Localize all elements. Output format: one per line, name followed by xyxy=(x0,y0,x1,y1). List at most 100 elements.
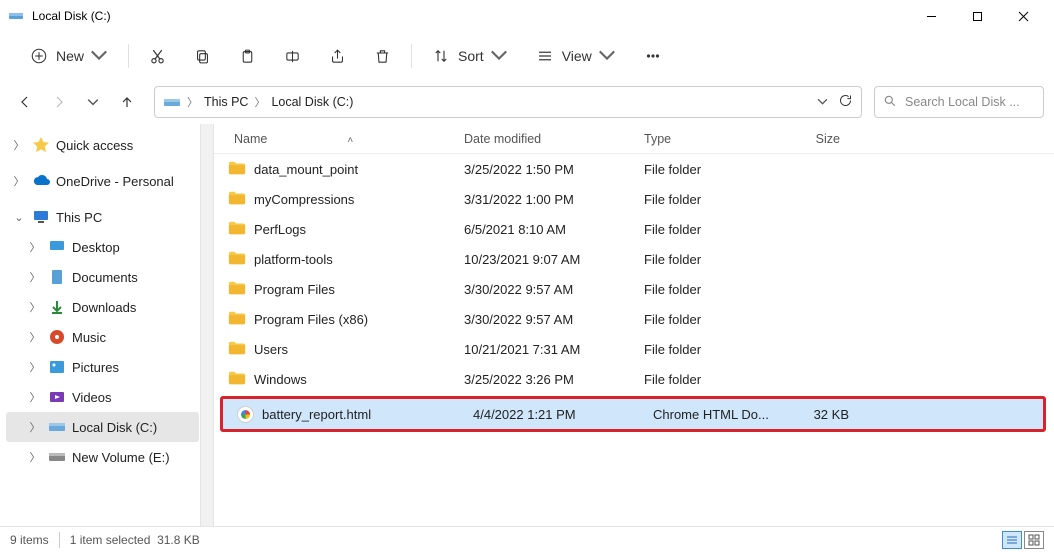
file-row[interactable]: platform-tools10/23/2021 9:07 AMFile fol… xyxy=(214,244,1054,274)
column-size[interactable]: Size xyxy=(774,132,854,146)
sort-button[interactable]: Sort xyxy=(418,38,522,74)
file-date-modified: 4/4/2022 1:21 PM xyxy=(473,407,653,422)
file-row[interactable]: myCompressions3/31/2022 1:00 PMFile fold… xyxy=(214,184,1054,214)
cut-button[interactable] xyxy=(135,38,180,74)
file-row[interactable]: Program Files (x86)3/30/2022 9:57 AMFile… xyxy=(214,304,1054,334)
file-row[interactable]: data_mount_point3/25/2022 1:50 PMFile fo… xyxy=(214,154,1054,184)
main-area: 〉 Quick access 〉 OneDrive - Personal ⌄ T… xyxy=(0,124,1054,526)
drive-icon xyxy=(8,8,24,24)
back-button[interactable] xyxy=(10,87,40,117)
file-date-modified: 6/5/2021 8:10 AM xyxy=(464,222,644,237)
chevron-down-icon[interactable] xyxy=(817,95,828,110)
document-icon xyxy=(48,268,66,286)
sidebar-item-videos[interactable]: 〉Videos xyxy=(6,382,199,412)
sidebar-item-local-disk-c[interactable]: 〉Local Disk (C:) xyxy=(6,412,199,442)
status-bar: 9 items 1 item selected 31.8 KB xyxy=(0,526,1054,552)
folder-icon xyxy=(228,190,246,209)
new-label: New xyxy=(56,48,84,64)
sidebar-item-quick-access[interactable]: 〉 Quick access xyxy=(6,130,199,160)
minimize-button[interactable] xyxy=(908,0,954,32)
file-date-modified: 3/30/2022 9:57 AM xyxy=(464,282,644,297)
more-button[interactable] xyxy=(630,38,676,74)
folder-icon xyxy=(228,340,246,359)
view-button[interactable]: View xyxy=(522,38,630,74)
file-type: Chrome HTML Do... xyxy=(653,407,783,422)
forward-button[interactable] xyxy=(44,87,74,117)
file-row[interactable]: Program Files3/30/2022 9:57 AMFile folde… xyxy=(214,274,1054,304)
image-icon xyxy=(48,358,66,376)
sort-asc-icon: ˄ xyxy=(347,135,353,146)
search-input[interactable]: Search Local Disk ... xyxy=(874,86,1044,118)
delete-button[interactable] xyxy=(360,38,405,74)
new-button[interactable]: New xyxy=(16,38,122,74)
file-row[interactable]: battery_report.html4/4/2022 1:21 PMChrom… xyxy=(223,399,1043,429)
file-list: Name˄ Date modified Type Size data_mount… xyxy=(214,124,1054,526)
file-date-modified: 3/25/2022 3:26 PM xyxy=(464,372,644,387)
search-icon xyxy=(883,94,897,111)
sidebar-item-downloads[interactable]: 〉Downloads xyxy=(6,292,199,322)
sidebar-item-music[interactable]: 〉Music xyxy=(6,322,199,352)
maximize-button[interactable] xyxy=(954,0,1000,32)
up-button[interactable] xyxy=(112,87,142,117)
monitor-icon xyxy=(32,208,50,226)
sidebar-item-onedrive[interactable]: 〉 OneDrive - Personal xyxy=(6,166,199,196)
window-title: Local Disk (C:) xyxy=(32,9,111,23)
column-date-modified[interactable]: Date modified xyxy=(464,132,644,146)
file-row[interactable]: Windows 3/25/2022 3:26 PMFile folder xyxy=(214,364,1054,394)
share-button[interactable] xyxy=(315,38,360,74)
recent-locations-button[interactable] xyxy=(78,87,108,117)
column-name[interactable]: Name˄ xyxy=(214,132,464,146)
rename-button[interactable] xyxy=(270,38,315,74)
chevron-down-icon[interactable]: ⌄ xyxy=(12,211,26,224)
paste-button[interactable] xyxy=(225,38,270,74)
sidebar-item-this-pc[interactable]: ⌄ This PC xyxy=(6,202,199,232)
sort-label: Sort xyxy=(458,48,484,64)
chevron-right-icon: 〉 xyxy=(254,94,265,110)
file-name: Users xyxy=(254,342,288,357)
column-type[interactable]: Type xyxy=(644,132,774,146)
sidebar-scrollbar[interactable] xyxy=(200,124,214,526)
breadcrumb-local-disk[interactable]: Local Disk (C:) xyxy=(271,95,353,109)
title-bar: Local Disk (C:) xyxy=(0,0,1054,32)
file-size: 32 KB xyxy=(783,407,863,422)
sidebar-item-pictures[interactable]: 〉Pictures xyxy=(6,352,199,382)
file-row[interactable]: PerfLogs6/5/2021 8:10 AMFile folder xyxy=(214,214,1054,244)
copy-button[interactable] xyxy=(180,38,225,74)
window-controls xyxy=(908,0,1046,32)
file-type: File folder xyxy=(644,192,774,207)
chevron-right-icon[interactable]: 〉 xyxy=(12,173,26,189)
status-selection: 1 item selected xyxy=(70,533,151,547)
file-type: File folder xyxy=(644,282,774,297)
chevron-down-icon xyxy=(90,46,108,67)
navigation-row: 〉 This PC〉 Local Disk (C:) Search Local … xyxy=(0,80,1054,124)
drive-icon xyxy=(48,448,66,466)
details-view-button[interactable] xyxy=(1002,531,1022,549)
status-item-count: 9 items xyxy=(10,533,49,547)
refresh-button[interactable] xyxy=(838,93,853,111)
command-bar: New Sort View xyxy=(0,32,1054,80)
thumbnails-view-button[interactable] xyxy=(1024,531,1044,549)
folder-icon xyxy=(228,280,246,299)
download-icon xyxy=(48,298,66,316)
sidebar-item-new-volume[interactable]: 〉New Volume (E:) xyxy=(6,442,199,472)
file-date-modified: 10/21/2021 7:31 AM xyxy=(464,342,644,357)
chrome-icon xyxy=(237,406,254,423)
separator xyxy=(128,44,129,68)
chevron-down-icon xyxy=(490,46,508,67)
file-date-modified: 10/23/2021 9:07 AM xyxy=(464,252,644,267)
file-date-modified: 3/30/2022 9:57 AM xyxy=(464,312,644,327)
file-name: Windows xyxy=(254,372,307,387)
file-date-modified: 3/25/2022 1:50 PM xyxy=(464,162,644,177)
close-button[interactable] xyxy=(1000,0,1046,32)
folder-icon xyxy=(228,250,246,269)
address-bar[interactable]: 〉 This PC〉 Local Disk (C:) xyxy=(154,86,862,118)
sidebar-item-desktop[interactable]: 〉Desktop xyxy=(6,232,199,262)
chevron-right-icon[interactable]: 〉 xyxy=(12,137,26,153)
file-type: File folder xyxy=(644,372,774,387)
drive-icon xyxy=(48,418,66,436)
file-row[interactable]: Users10/21/2021 7:31 AMFile folder xyxy=(214,334,1054,364)
sidebar-item-documents[interactable]: 〉Documents xyxy=(6,262,199,292)
star-icon xyxy=(32,136,50,154)
file-type: File folder xyxy=(644,252,774,267)
breadcrumb-this-pc[interactable]: This PC〉 xyxy=(204,94,265,110)
